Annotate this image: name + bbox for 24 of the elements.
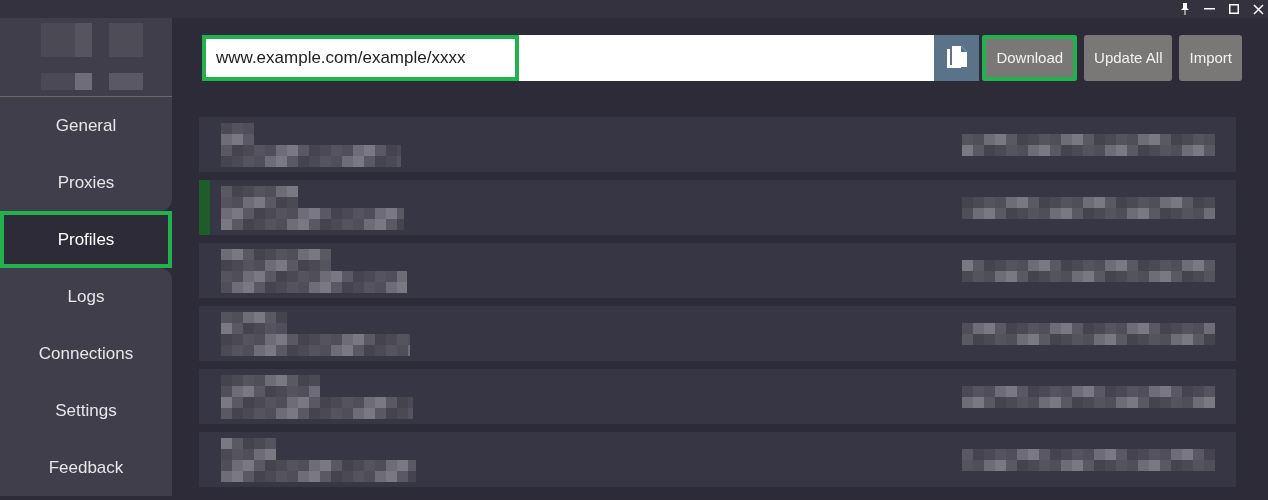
sidebar-item[interactable]: Logs xyxy=(0,268,172,325)
sidebar-item[interactable]: Feedback xyxy=(0,439,172,496)
sidebar-item[interactable]: Profiles xyxy=(0,211,172,268)
profile-card[interactable] xyxy=(199,369,1236,424)
logo-icon xyxy=(41,23,143,91)
sidebar-item[interactable]: Settings xyxy=(0,382,172,439)
maximize-icon[interactable] xyxy=(1229,4,1239,14)
toolbar-button[interactable]: Update All xyxy=(1084,35,1173,81)
profile-card[interactable] xyxy=(199,117,1236,172)
toolbar-button[interactable]: Download xyxy=(982,35,1078,81)
copy-icon xyxy=(946,46,967,70)
sidebar-item[interactable]: General xyxy=(0,97,172,154)
profile-card[interactable] xyxy=(199,243,1236,298)
profile-card[interactable] xyxy=(199,432,1236,487)
pin-icon[interactable] xyxy=(1180,3,1190,15)
url-field[interactable]: www.example.com/example/xxxx xyxy=(202,35,935,81)
close-icon[interactable] xyxy=(1253,3,1264,15)
profile-card[interactable] xyxy=(199,306,1236,361)
sidebar-item[interactable]: Connections xyxy=(0,325,172,382)
paste-button[interactable] xyxy=(934,35,980,81)
sidebar-item[interactable]: Proxies xyxy=(0,154,172,211)
minimize-icon[interactable] xyxy=(1204,8,1215,10)
toolbar-button[interactable]: Import xyxy=(1179,35,1242,81)
profile-card[interactable] xyxy=(199,180,1236,235)
